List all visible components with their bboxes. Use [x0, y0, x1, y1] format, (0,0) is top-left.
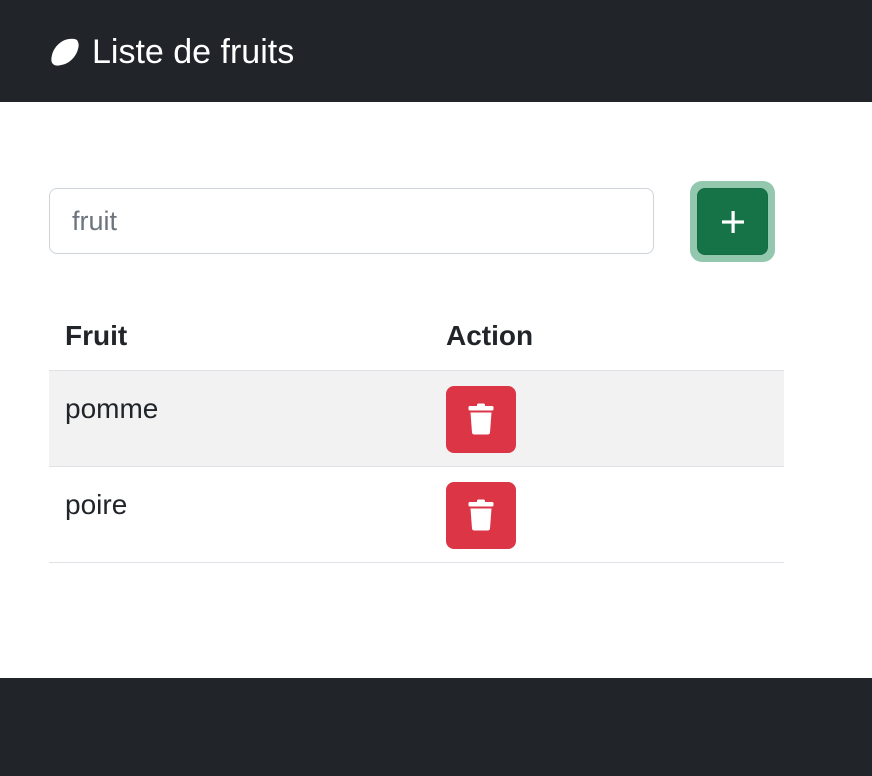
table-header-row: Fruit Action	[49, 302, 784, 371]
fruit-table-wrapper: Fruit Action pomme poire	[49, 302, 784, 563]
trash-icon	[468, 403, 494, 435]
table-row: pomme	[49, 370, 784, 467]
fruit-name: pomme	[49, 370, 446, 467]
delete-button[interactable]	[446, 385, 516, 453]
action-cell	[446, 370, 784, 467]
brand-title: Liste de fruits	[92, 32, 295, 71]
fruit-name: poire	[49, 466, 446, 563]
main-content: Fruit Action pomme	[0, 102, 872, 678]
delete-button[interactable]	[446, 481, 516, 549]
action-cell	[446, 466, 784, 563]
trash-icon	[468, 499, 494, 531]
table-row: poire	[49, 466, 784, 563]
fruit-input[interactable]	[49, 188, 654, 254]
fruit-table: Fruit Action pomme poire	[49, 302, 784, 563]
header-action: Action	[446, 302, 784, 371]
lemon-icon	[51, 38, 79, 66]
navbar: Liste de fruits	[0, 0, 872, 102]
footer	[0, 678, 872, 776]
navbar-brand[interactable]: Liste de fruits	[48, 32, 294, 72]
plus-icon	[721, 210, 744, 233]
add-fruit-button[interactable]	[697, 188, 768, 255]
header-fruit: Fruit	[49, 302, 446, 371]
